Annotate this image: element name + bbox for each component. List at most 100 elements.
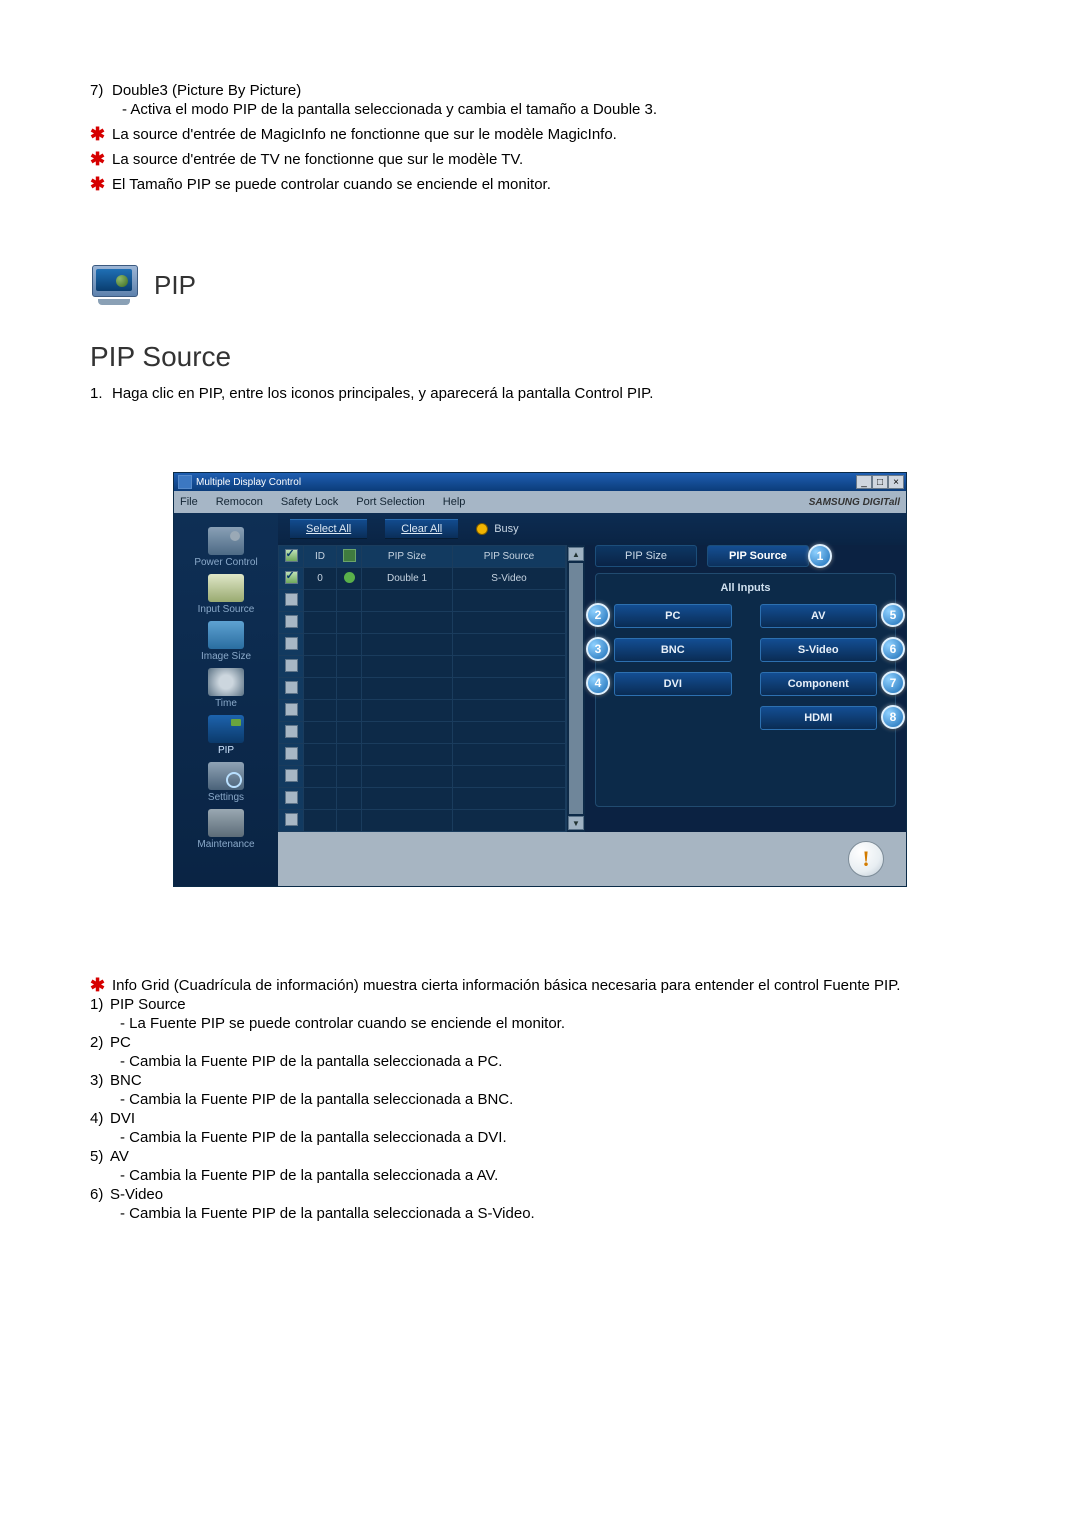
source-component-button[interactable]: Component <box>760 672 878 696</box>
intro-note-1-text: La source d'entrée de MagicInfo ne fonct… <box>112 126 617 143</box>
callout-7: 7 <box>881 671 905 695</box>
menu-port-selection[interactable]: Port Selection <box>356 496 424 508</box>
grid-row-empty[interactable] <box>279 634 566 656</box>
sidebar-item-power[interactable]: Power Control <box>174 527 278 568</box>
window-title: Multiple Display Control <box>196 477 301 488</box>
footer-item-3-title: BNC <box>110 1072 142 1089</box>
status-bar <box>278 832 906 886</box>
grid-row-empty[interactable] <box>279 700 566 722</box>
footer-item-1-detail: - La Fuente PIP se puede controlar cuand… <box>120 1015 990 1032</box>
app-icon <box>178 475 192 489</box>
sidebar-item-settings[interactable]: Settings <box>174 762 278 803</box>
sidebar-settings-label: Settings <box>208 792 244 803</box>
clear-all-button[interactable]: Clear All <box>385 519 458 539</box>
grid-head-status <box>337 546 362 568</box>
menu-remocon[interactable]: Remocon <box>216 496 263 508</box>
grid-scrollbar[interactable]: ▲ ▼ <box>566 545 585 832</box>
callout-3: 3 <box>586 637 610 661</box>
window-close-button[interactable]: × <box>888 475 904 489</box>
section-step-1-text: Haga clic en PIP, entre los iconos princ… <box>112 385 653 402</box>
footer-item-4-detail: - Cambia la Fuente PIP de la pantalla se… <box>120 1129 990 1146</box>
sidebar-power-label: Power Control <box>194 557 257 568</box>
callout-8: 8 <box>881 705 905 729</box>
sidebar-item-input[interactable]: Input Source <box>174 574 278 615</box>
sidebar-item-pip[interactable]: PIP <box>174 715 278 756</box>
star-icon: ✱ <box>90 977 112 994</box>
footer-item-3: 3) BNC <box>90 1072 990 1089</box>
select-all-button[interactable]: Select All <box>290 519 367 539</box>
footer-item-4-title: DVI <box>110 1110 135 1127</box>
grid-row-pipsize: Double 1 <box>362 568 453 590</box>
grid-row-empty[interactable] <box>279 766 566 788</box>
footer-item-1-title: PIP Source <box>110 996 186 1013</box>
footer-item-6-detail: - Cambia la Fuente PIP de la pantalla se… <box>120 1205 990 1222</box>
sidebar-item-image[interactable]: Image Size <box>174 621 278 662</box>
source-svideo-button[interactable]: S-Video <box>760 638 878 662</box>
footer-item-3-detail: - Cambia la Fuente PIP de la pantalla se… <box>120 1091 990 1108</box>
scroll-track[interactable] <box>569 563 583 814</box>
star-icon: ✱ <box>90 151 112 168</box>
sidebar-pip-label: PIP <box>218 745 234 756</box>
grid-row-empty[interactable] <box>279 744 566 766</box>
main-panel: Select All Clear All Busy ID PIP Size <box>278 513 906 886</box>
right-panel: PIP Size PIP Source 1 All Inputs 2 PC <box>585 545 906 832</box>
input-source-icon <box>208 574 244 602</box>
window-maximize-button[interactable]: □ <box>872 475 888 489</box>
intro-note-2: ✱ La source d'entrée de TV ne fonctionne… <box>90 151 990 168</box>
grid-row-empty[interactable] <box>279 590 566 612</box>
star-icon: ✱ <box>90 126 112 143</box>
menu-file[interactable]: File <box>180 496 198 508</box>
footer-item-6-title: S-Video <box>110 1186 163 1203</box>
source-av-button[interactable]: AV <box>760 604 878 628</box>
mdc-window: Multiple Display Control _ □ × File Remo… <box>173 472 907 887</box>
menu-safety-lock[interactable]: Safety Lock <box>281 496 338 508</box>
grid-row-checkbox[interactable] <box>279 568 304 590</box>
source-hdmi-button[interactable]: HDMI <box>760 706 878 730</box>
source-box: All Inputs 2 PC AV 5 3 <box>595 573 896 807</box>
sidebar-maintenance-label: Maintenance <box>197 839 254 850</box>
footer-item-2-detail: - Cambia la Fuente PIP de la pantalla se… <box>120 1053 990 1070</box>
sidebar-item-time[interactable]: Time <box>174 668 278 709</box>
grid-row-empty[interactable] <box>279 722 566 744</box>
source-bnc-button[interactable]: BNC <box>614 638 732 662</box>
intro-note-2-text: La source d'entrée de TV ne fonctionne q… <box>112 151 523 168</box>
title-bar[interactable]: Multiple Display Control _ □ × <box>174 473 906 491</box>
footer-item-6-num: 6) <box>90 1186 110 1203</box>
grid-row-status <box>337 568 362 590</box>
grid-row-empty[interactable] <box>279 656 566 678</box>
source-dvi-button[interactable]: DVI <box>614 672 732 696</box>
menu-bar: File Remocon Safety Lock Port Selection … <box>174 491 906 513</box>
section-step-1: 1. Haga clic en PIP, entre los iconos pr… <box>90 385 990 402</box>
tab-pip-size[interactable]: PIP Size <box>595 545 697 567</box>
scroll-up-button[interactable]: ▲ <box>568 547 584 561</box>
grid-row-pipsource: S-Video <box>453 568 566 590</box>
tab-pip-source-label: PIP Source <box>729 550 787 562</box>
sidebar-input-label: Input Source <box>198 604 255 615</box>
footer-item-4-num: 4) <box>90 1110 110 1127</box>
source-pc-button[interactable]: PC <box>614 604 732 628</box>
warning-icon[interactable] <box>848 841 884 877</box>
scroll-down-button[interactable]: ▼ <box>568 816 584 830</box>
monitor-pip-icon <box>90 263 140 307</box>
window-minimize-button[interactable]: _ <box>856 475 872 489</box>
grid-row-empty[interactable] <box>279 612 566 634</box>
grid-row-empty[interactable] <box>279 678 566 700</box>
intro-item-7-detail: - Activa el modo PIP de la pantalla sele… <box>122 101 990 118</box>
footer-item-2-title: PC <box>110 1034 131 1051</box>
footer-item-5-detail: - Cambia la Fuente PIP de la pantalla se… <box>120 1167 990 1184</box>
grid-head-checkbox[interactable] <box>279 546 304 568</box>
tab-pip-source[interactable]: PIP Source 1 <box>707 545 809 567</box>
grid-row-0[interactable]: 0 Double 1 S-Video <box>279 568 566 590</box>
image-size-icon <box>208 621 244 649</box>
sidebar-item-maintenance[interactable]: Maintenance <box>174 809 278 850</box>
menu-help[interactable]: Help <box>443 496 466 508</box>
busy-indicator: Busy <box>476 523 518 535</box>
footer-item-1-num: 1) <box>90 996 110 1013</box>
callout-4: 4 <box>586 671 610 695</box>
pip-icon <box>208 715 244 743</box>
footer-item-4: 4) DVI <box>90 1110 990 1127</box>
footer-item-5-title: AV <box>110 1148 129 1165</box>
callout-5: 5 <box>881 603 905 627</box>
grid-row-empty[interactable] <box>279 788 566 810</box>
grid-row-empty[interactable] <box>279 810 566 832</box>
